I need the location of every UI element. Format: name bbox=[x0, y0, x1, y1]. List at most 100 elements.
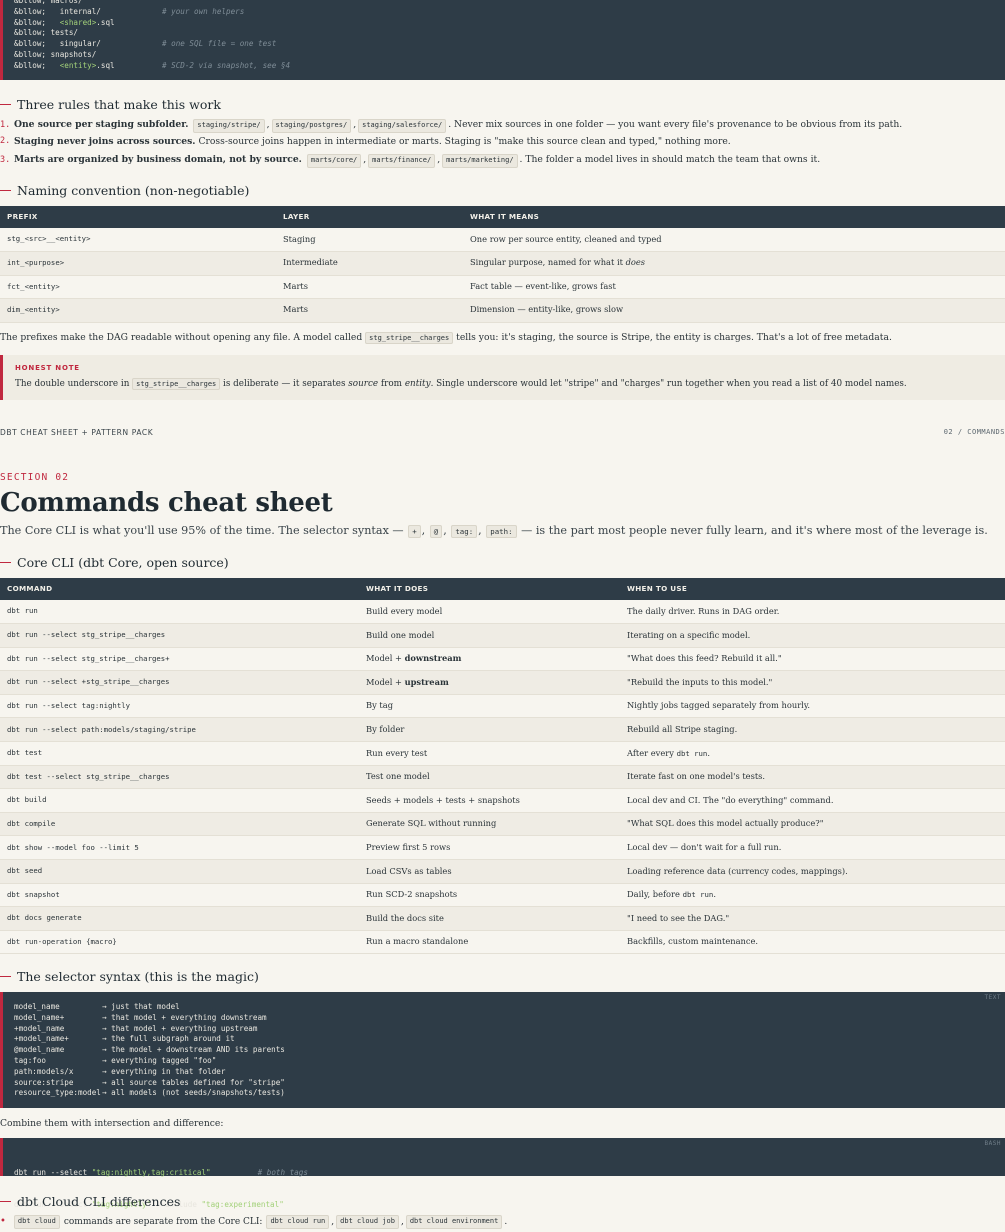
selector-meaning: → that model + everything downstream bbox=[102, 1012, 267, 1022]
does-cell: Seeds + models + tests + snapshots bbox=[359, 788, 620, 813]
note-emphasis: entity bbox=[404, 379, 431, 389]
table-row: int_<purpose> Intermediate Singular purpos… bbox=[0, 251, 1005, 276]
selector-pattern: path:models/x bbox=[14, 1066, 74, 1076]
selector-line: model_name+ → that model + everything dow… bbox=[14, 1013, 285, 1024]
page-section-indicator: 02 / COMMANDS bbox=[943, 428, 1005, 436]
command-cell: dbt docs generate bbox=[0, 906, 359, 931]
column-header: COMMAND bbox=[7, 583, 53, 593]
table-row: dbt docs generate Build the docs site "I n… bbox=[0, 906, 1005, 931]
selector-line: resource_type:model→ all models (not see… bbox=[14, 1088, 285, 1099]
naming-explanation: The prefixes make the DAG readable witho… bbox=[0, 332, 892, 345]
selector-meaning: → just that model bbox=[102, 1002, 180, 1011]
rule-item: 2. Staging never joins across sources. Cro… bbox=[0, 136, 731, 149]
does-cell: Test one model bbox=[359, 765, 620, 790]
note-text: The double underscore in stg_stripe__cha… bbox=[15, 378, 907, 390]
code-line: &bllow; snapshots/ bbox=[14, 50, 290, 61]
when-cell: "What SQL does this model actually produ… bbox=[620, 812, 1005, 837]
note-emphasis: source bbox=[348, 379, 379, 389]
section-label: SECTION 02 bbox=[0, 472, 70, 483]
table-row: dbt run --select stg_stripe__charges+ Mod… bbox=[0, 647, 1005, 672]
when-cell: Iterating on a specific model. bbox=[620, 623, 1005, 648]
column-header: WHEN TO USE bbox=[627, 583, 688, 593]
table-row: dbt run Build every model The daily driver… bbox=[0, 600, 1005, 625]
selector-code-block: TEXT model_name → just that model model_na… bbox=[0, 992, 1005, 1108]
rule-number: 2. bbox=[0, 136, 11, 147]
meaning-cell: Dimension — entity-like, grows slow bbox=[463, 298, 1005, 323]
inline-code: @ bbox=[429, 525, 443, 538]
commands-heading: Core CLI (dbt Core, open source) bbox=[0, 554, 229, 572]
inline-command: dbt run bbox=[676, 748, 708, 758]
inline-code: stg_stripe__charges bbox=[365, 332, 454, 344]
bullet-text: . bbox=[504, 1216, 508, 1227]
explanation-text: The prefixes make the DAG readable witho… bbox=[0, 332, 363, 343]
selector-meaning: → that model + everything upstream bbox=[102, 1023, 258, 1033]
command-cell: dbt run bbox=[0, 600, 359, 625]
list-item: • dbt cloud commands are separate from t… bbox=[0, 1215, 508, 1229]
table-row: fct_<entity> Marts Fact table — event-like… bbox=[0, 275, 1005, 299]
emphasis: does bbox=[625, 257, 646, 268]
tree-entry: &bllow; macros/ bbox=[14, 0, 83, 5]
command-cell: dbt seed bbox=[0, 859, 359, 884]
table-row: dbt snapshot Run SCD-2 snapshots Daily, be… bbox=[0, 883, 1005, 908]
rules-heading-text: Three rules that make this work bbox=[17, 97, 221, 112]
table-row: dbt test --select stg_stripe__charges Tes… bbox=[0, 765, 1005, 790]
selector-pattern: source:stripe bbox=[14, 1077, 74, 1087]
table-row: stg_<src>__<entity> Staging One row per so… bbox=[0, 228, 1005, 252]
code-line: &bllow; tests/ bbox=[14, 28, 290, 39]
when-cell: The daily driver. Runs in DAG order. bbox=[620, 600, 1005, 625]
does-cell: Run a macro standalone bbox=[359, 930, 620, 955]
selector-line: @model_name → the model + downstream AND … bbox=[14, 1045, 285, 1056]
selector-pattern: resource_type:model bbox=[14, 1088, 101, 1098]
does-cell: Build the docs site bbox=[359, 906, 620, 931]
lead-text: — is the part most people never fully le… bbox=[521, 524, 988, 537]
when-cell: Rebuild all Stripe staging. bbox=[620, 717, 1005, 743]
selector-pattern: @model_name bbox=[14, 1045, 65, 1055]
table-row: dbt run --select tag:nightly By tag Nightl… bbox=[0, 694, 1005, 719]
heading-dash bbox=[0, 976, 11, 978]
prefix-cell: int_<purpose> bbox=[0, 251, 276, 276]
does-cell: By tag bbox=[359, 694, 620, 719]
selector-line: path:models/x → everything in that folder bbox=[14, 1067, 285, 1078]
command-cell: dbt run --select tag:nightly bbox=[0, 694, 359, 719]
column-header: LAYER bbox=[283, 211, 310, 221]
commands-heading-text: Core CLI (dbt Core, open source) bbox=[17, 555, 229, 570]
naming-table: PREFIX LAYER WHAT IT MEANS stg_<src>__<e… bbox=[0, 206, 1005, 323]
table-row: dbt run --select +stg_stripe__charges Mod… bbox=[0, 670, 1005, 695]
inline-code: dbt cloud run bbox=[266, 1215, 330, 1229]
bash-cmd: dbt run --select bbox=[14, 1168, 92, 1178]
command-cell: dbt run --select +stg_stripe__charges bbox=[0, 670, 359, 695]
layer-cell: Staging bbox=[276, 228, 463, 252]
naming-table-header: PREFIX LAYER WHAT IT MEANS bbox=[0, 206, 1005, 228]
code-line: &bllow; singular/ # one SQL file = one te… bbox=[14, 39, 290, 50]
bullet-text: commands are separate from the Core CLI: bbox=[63, 1216, 263, 1227]
selector-line: +model_name → that model + everything ups… bbox=[14, 1024, 285, 1035]
inline-code: dbt cloud job bbox=[336, 1215, 399, 1229]
does-cell: Load CSVs as tables bbox=[359, 859, 620, 884]
bash-line: dbt run --select "tag:nightly,tag:critic… bbox=[14, 1168, 308, 1179]
tree-entry: &bllow; snapshots/ bbox=[14, 49, 97, 59]
when-cell: "What does this feed? Rebuild it all." bbox=[620, 647, 1005, 672]
section-lead: The Core CLI is what you'll use 95% of t… bbox=[0, 524, 988, 538]
command-cell: dbt run --select stg_stripe__charges bbox=[0, 623, 359, 648]
table-row: dbt compile Generate SQL without running "… bbox=[0, 812, 1005, 837]
inline-code: dbt cloud environment bbox=[405, 1215, 503, 1229]
document-footer-title: DBT CHEAT SHEET + PATTERN PACK bbox=[0, 428, 154, 437]
when-cell: Local dev and CI. The "do everything" co… bbox=[620, 788, 1005, 813]
when-cell: Loading reference data (currency codes, … bbox=[620, 859, 1005, 884]
rule-title: Marts are organized by business domain, … bbox=[14, 154, 302, 166]
file-tree-lines: &bllow; macros/&bllow; internal/ # your o… bbox=[14, 0, 290, 72]
placeholder-token: <entity> bbox=[59, 60, 97, 70]
when-cell: "I need to see the DAG." bbox=[620, 906, 1005, 931]
rule-text: Cross-source joins happen in intermediat… bbox=[198, 136, 731, 147]
column-header: WHAT IT MEANS bbox=[470, 211, 540, 221]
does-cell: Run every test bbox=[359, 741, 620, 766]
selector-lines: model_name → just that model model_name+ → … bbox=[14, 1002, 285, 1099]
command-cell: dbt run --select stg_stripe__charges+ bbox=[0, 647, 359, 672]
tree-entry: &bllow; singular/ bbox=[14, 39, 101, 49]
language-tag: BASH bbox=[984, 1140, 1001, 1147]
layer-cell: Marts bbox=[276, 275, 463, 299]
prefix-cell: dim_<entity> bbox=[0, 298, 276, 323]
code-line: &bllow; macros/ bbox=[14, 0, 290, 7]
inline-command: dbt run bbox=[682, 890, 714, 900]
heading-dash bbox=[0, 190, 11, 192]
